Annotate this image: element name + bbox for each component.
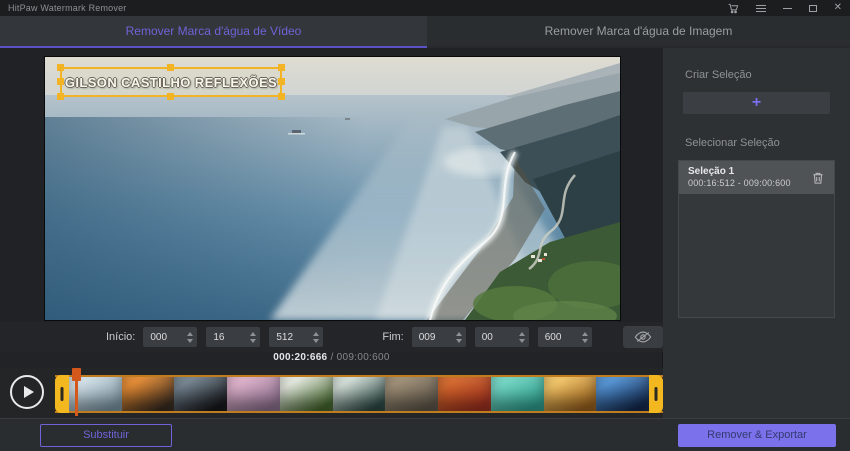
spinner-stepper-icon[interactable]	[515, 327, 529, 347]
spinner-stepper-icon[interactable]	[246, 327, 260, 347]
create-selection-label: Criar Seleção	[685, 69, 752, 81]
main-area: GILSON CASTILHO REFLEXÕES Início: 000 16 5…	[0, 48, 850, 418]
spinner-stepper-icon[interactable]	[309, 327, 323, 347]
time-spinner-field[interactable]: 009	[412, 327, 466, 347]
time-spinner-value: 00	[482, 332, 515, 343]
eye-off-icon	[634, 331, 652, 343]
substitute-button[interactable]: Substituir	[40, 424, 172, 447]
end-label: Fim:	[382, 331, 403, 343]
end-spinners: 009 00 600	[412, 327, 601, 347]
trim-end-handle[interactable]	[649, 375, 663, 413]
video-stage: GILSON CASTILHO REFLEXÕES	[0, 48, 663, 322]
menu-icon[interactable]	[756, 3, 766, 14]
close-button[interactable]: ✕	[834, 3, 842, 13]
selection-list-item[interactable]: Seleção 1000:16:512 - 009:00:600	[679, 161, 834, 194]
tab-remove-image-watermark[interactable]: Remover Marca d'água de Imagem	[427, 16, 850, 48]
trash-icon[interactable]	[811, 171, 825, 185]
time-spinner-value: 009	[419, 332, 452, 343]
time-spinner-field[interactable]: 000	[143, 327, 197, 347]
minimize-button[interactable]	[783, 8, 792, 9]
remove-export-button[interactable]: Remover & Exportar	[678, 424, 836, 447]
video-preview[interactable]: GILSON CASTILHO REFLEXÕES	[45, 57, 620, 320]
resize-handle-top-left[interactable]	[57, 64, 64, 71]
resize-handle-bottom-left[interactable]	[57, 93, 64, 100]
resize-handle-mid-right[interactable]	[278, 78, 285, 85]
resize-handle-bottom-mid[interactable]	[167, 93, 174, 100]
bottom-bar: Substituir Remover & Exportar	[0, 418, 850, 451]
playhead-flag	[72, 368, 81, 381]
watermark-text: GILSON CASTILHO REFLEXÕES	[65, 75, 277, 90]
tab-remove-video-watermark[interactable]: Remover Marca d'água de Vídeo	[0, 16, 427, 48]
time-spinner-field[interactable]: 600	[538, 327, 592, 347]
time-separator: /	[327, 352, 336, 363]
spinner-stepper-icon[interactable]	[452, 327, 466, 347]
watermark-selection-box[interactable]: GILSON CASTILHO REFLEXÕES	[60, 67, 282, 97]
time-spinner-value: 512	[276, 332, 309, 343]
play-button[interactable]	[10, 375, 44, 409]
timeline-strip[interactable]	[55, 375, 663, 413]
trim-controls-row: Início: 000 16 512 Fim: 009 00 600	[0, 322, 663, 352]
playhead[interactable]	[72, 368, 81, 418]
start-label: Início:	[106, 331, 135, 343]
selection-name: Seleção 1	[688, 166, 811, 178]
add-selection-button[interactable]: +	[683, 92, 830, 114]
time-spinner-field[interactable]: 00	[475, 327, 529, 347]
titlebar: HitPaw Watermark Remover ✕	[0, 0, 850, 16]
current-time: 000:20:666	[273, 352, 327, 363]
selection-time-range: 000:16:512 - 009:00:600	[688, 178, 811, 189]
plus-icon: +	[752, 95, 761, 111]
maximize-button[interactable]	[809, 5, 817, 12]
spinner-stepper-icon[interactable]	[183, 327, 197, 347]
workspace: GILSON CASTILHO REFLEXÕES Início: 000 16 5…	[0, 48, 663, 418]
preview-toggle-button[interactable]	[623, 326, 663, 348]
selection-list: Seleção 1000:16:512 - 009:00:600	[678, 160, 835, 318]
spinner-stepper-icon[interactable]	[578, 327, 592, 347]
start-spinners: 000 16 512	[143, 327, 332, 347]
play-icon	[24, 386, 34, 398]
cart-icon[interactable]	[728, 3, 739, 14]
app-title: HitPaw Watermark Remover	[8, 3, 127, 13]
resize-handle-bottom-right[interactable]	[278, 93, 285, 100]
time-spinner-field[interactable]: 512	[269, 327, 323, 347]
total-time: 009:00:600	[337, 352, 390, 363]
time-spinner-value: 600	[545, 332, 578, 343]
time-spinner-value: 000	[150, 332, 183, 343]
timeline-row	[0, 368, 663, 418]
selection-panel: Criar Seleção + Selecionar Seleção Seleç…	[663, 48, 850, 418]
timeline-frame	[55, 375, 663, 413]
resize-handle-mid-left[interactable]	[57, 78, 64, 85]
select-selection-label: Selecionar Seleção	[685, 137, 780, 149]
resize-handle-top-right[interactable]	[278, 64, 285, 71]
time-display: 000:20:666 / 009:00:600	[0, 352, 663, 368]
time-spinner-field[interactable]: 16	[206, 327, 260, 347]
tabbar: Remover Marca d'água de Vídeo Remover Ma…	[0, 16, 850, 48]
trim-start-handle[interactable]	[55, 375, 69, 413]
time-spinner-value: 16	[213, 332, 246, 343]
resize-handle-top-mid[interactable]	[167, 64, 174, 71]
